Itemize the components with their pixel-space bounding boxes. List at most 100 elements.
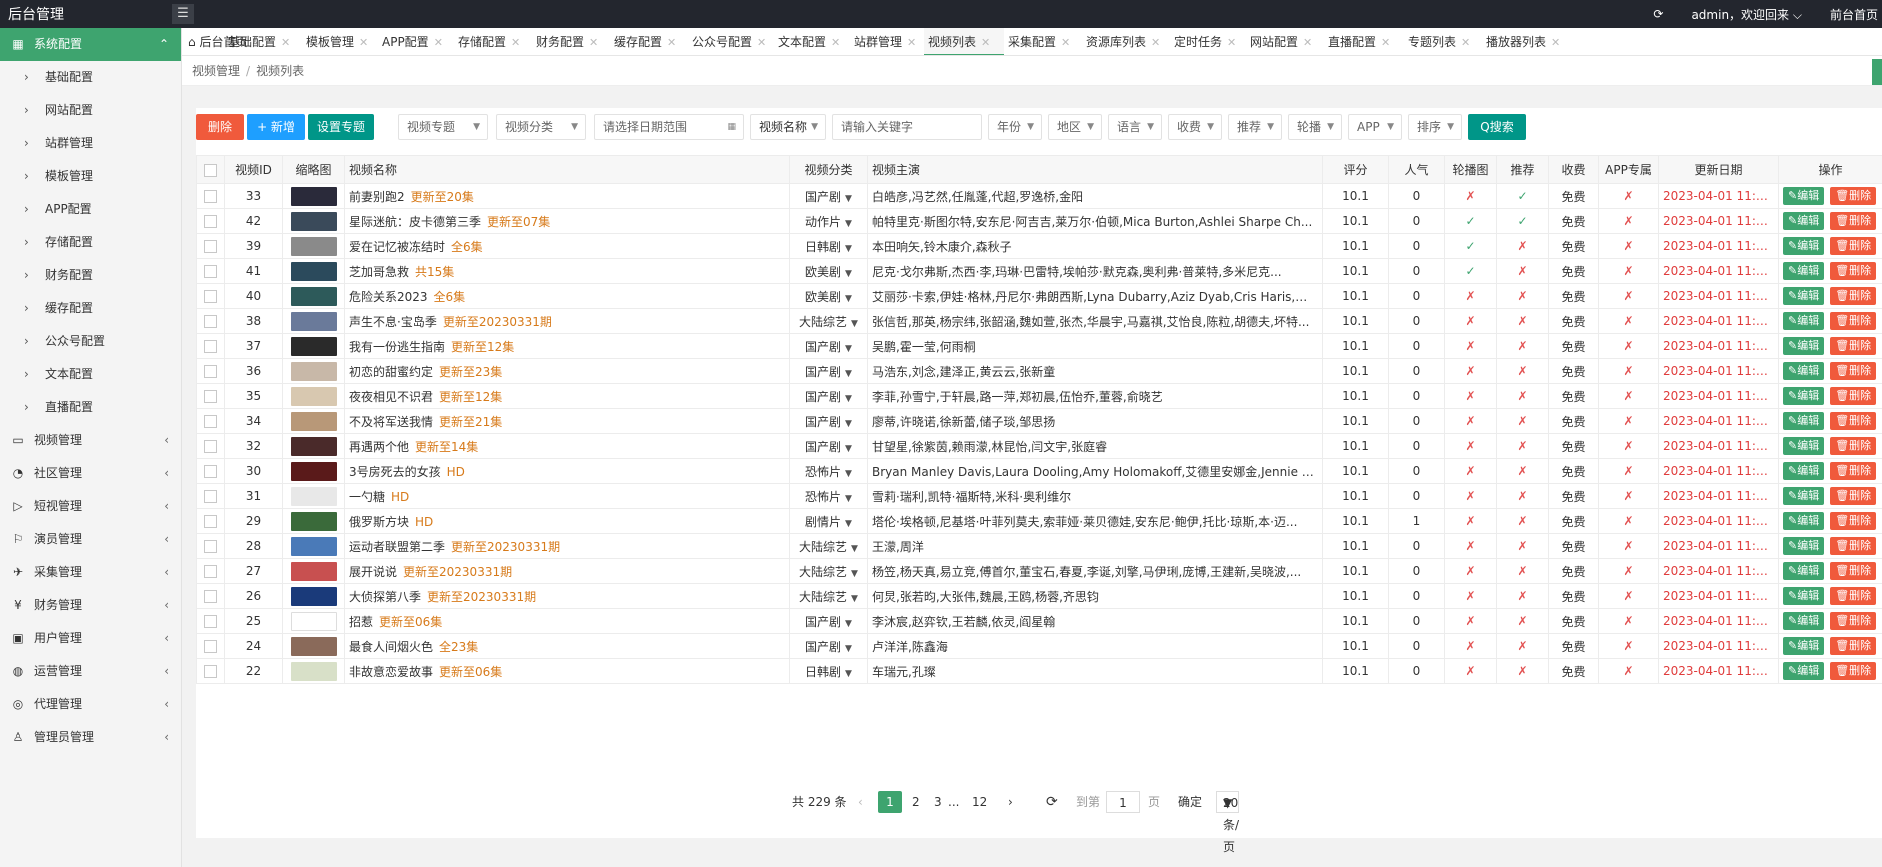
recommend-select[interactable]: 推荐 ▼ <box>1228 114 1282 140</box>
video-name[interactable]: 我有一份逃生指南 <box>349 340 445 354</box>
carousel-toggle[interactable]: ✗ <box>1444 358 1497 384</box>
carousel-toggle[interactable]: ✗ <box>1444 658 1497 684</box>
sidebar-subitem[interactable]: › 存储配置 <box>0 226 181 259</box>
video-name[interactable]: 一勺糖 <box>349 490 385 504</box>
delete-row-button[interactable]: 🗑删除 <box>1830 512 1877 530</box>
tab[interactable]: 视频列表 ✕ <box>924 28 1004 55</box>
video-name[interactable]: 不及将军送我情 <box>349 415 433 429</box>
app-exclusive-toggle[interactable]: ✗ <box>1598 508 1659 534</box>
category-cell[interactable]: 国产剧 ▼ <box>789 408 868 434</box>
tab[interactable]: 播放器列表 ✕ <box>1482 28 1582 55</box>
app-exclusive-toggle[interactable]: ✗ <box>1598 658 1659 684</box>
carousel-toggle[interactable]: ✗ <box>1444 458 1497 484</box>
recommend-toggle[interactable]: ✗ <box>1496 633 1549 659</box>
refresh-icon[interactable]: ⟳ <box>1046 791 1058 813</box>
prev-page-button[interactable]: ‹ <box>858 791 863 813</box>
close-icon[interactable]: ✕ <box>1151 36 1160 49</box>
category-cell[interactable]: 恐怖片 ▼ <box>789 483 868 509</box>
sidebar-group[interactable]: ¥ 财务管理 ‹ <box>0 589 181 622</box>
recommend-toggle[interactable]: ✗ <box>1496 583 1549 609</box>
video-name[interactable]: 前妻别跑2 <box>349 190 405 204</box>
app-exclusive-toggle[interactable]: ✗ <box>1598 583 1659 609</box>
video-name[interactable]: 爱在记忆被冻结时 <box>349 240 445 254</box>
region-select[interactable]: 地区 ▼ <box>1048 114 1102 140</box>
close-icon[interactable]: ✕ <box>1303 36 1312 49</box>
edit-button[interactable]: ✎编辑 <box>1783 287 1825 305</box>
sort-select[interactable]: 排序 ▼ <box>1408 114 1462 140</box>
video-name[interactable]: 3号房死去的女孩 <box>349 465 441 479</box>
app-exclusive-toggle[interactable]: ✗ <box>1598 458 1659 484</box>
carousel-toggle[interactable]: ✓ <box>1444 258 1497 284</box>
delete-button[interactable]: 删除 <box>196 114 244 140</box>
delete-row-button[interactable]: 🗑删除 <box>1830 412 1877 430</box>
tab[interactable]: 资源库列表 ✕ <box>1082 28 1170 55</box>
recommend-toggle[interactable]: ✗ <box>1496 558 1549 584</box>
app-exclusive-toggle[interactable]: ✗ <box>1598 608 1659 634</box>
edit-button[interactable]: ✎编辑 <box>1783 337 1825 355</box>
sidebar-subitem[interactable]: › 财务配置 <box>0 259 181 292</box>
sidebar-subitem[interactable]: › 站群管理 <box>0 127 181 160</box>
row-checkbox[interactable] <box>204 340 217 353</box>
video-name[interactable]: 初恋的甜蜜约定 <box>349 365 433 379</box>
category-cell[interactable]: 国产剧 ▼ <box>789 633 868 659</box>
recommend-toggle[interactable]: ✗ <box>1496 658 1549 684</box>
edit-button[interactable]: ✎编辑 <box>1783 537 1825 555</box>
row-checkbox[interactable] <box>204 615 217 628</box>
close-icon[interactable]: ✕ <box>831 36 840 49</box>
close-icon[interactable]: ✕ <box>981 36 990 49</box>
edit-button[interactable]: ✎编辑 <box>1783 212 1825 230</box>
row-checkbox[interactable] <box>204 415 217 428</box>
add-button[interactable]: + 新增 <box>247 114 305 140</box>
edit-button[interactable]: ✎编辑 <box>1783 387 1825 405</box>
user-menu[interactable]: admin，欢迎回来 ⌵ <box>1691 6 1802 23</box>
home-link[interactable]: 前台首页 <box>1830 6 1878 23</box>
close-icon[interactable]: ✕ <box>1551 36 1560 49</box>
delete-row-button[interactable]: 🗑删除 <box>1830 487 1877 505</box>
video-name[interactable]: 星际迷航：皮卡德第三季 <box>349 215 481 229</box>
delete-row-button[interactable]: 🗑删除 <box>1830 287 1877 305</box>
row-checkbox[interactable] <box>204 390 217 403</box>
tab[interactable]: 存储配置 ✕ <box>454 28 532 55</box>
edit-button[interactable]: ✎编辑 <box>1783 587 1825 605</box>
app-exclusive-toggle[interactable]: ✗ <box>1598 358 1659 384</box>
recommend-toggle[interactable]: ✗ <box>1496 283 1549 309</box>
row-checkbox[interactable] <box>204 590 217 603</box>
row-checkbox[interactable] <box>204 240 217 253</box>
category-cell[interactable]: 国产剧 ▼ <box>789 608 868 634</box>
category-cell[interactable]: 日韩剧 ▼ <box>789 658 868 684</box>
sidebar-group[interactable]: ▭ 视频管理 ‹ <box>0 424 181 457</box>
delete-row-button[interactable]: 🗑删除 <box>1830 262 1877 280</box>
row-checkbox[interactable] <box>204 440 217 453</box>
recommend-toggle[interactable]: ✗ <box>1496 608 1549 634</box>
sidebar-group[interactable]: ◔ 社区管理 ‹ <box>0 457 181 490</box>
tab[interactable]: 定时任务 ✕ <box>1170 28 1246 55</box>
category-cell[interactable]: 大陆综艺 ▼ <box>789 583 868 609</box>
sidebar-item-system-config[interactable]: ▦ 系统配置 ⌃ <box>0 28 181 61</box>
recommend-toggle[interactable]: ✗ <box>1496 408 1549 434</box>
edit-button[interactable]: ✎编辑 <box>1783 237 1825 255</box>
field-select[interactable]: 视频名称 ▼ <box>750 114 826 140</box>
row-checkbox[interactable] <box>204 290 217 303</box>
sidebar-group[interactable]: ✈ 采集管理 ‹ <box>0 556 181 589</box>
delete-row-button[interactable]: 🗑删除 <box>1830 662 1877 680</box>
close-icon[interactable]: ✕ <box>1381 36 1390 49</box>
category-cell[interactable]: 大陆综艺 ▼ <box>789 308 868 334</box>
page-size-select[interactable]: 20 条/页 ▼ <box>1216 791 1240 854</box>
app-exclusive-toggle[interactable]: ✗ <box>1598 258 1659 284</box>
carousel-toggle[interactable]: ✗ <box>1444 433 1497 459</box>
keyword-input[interactable]: 请输入关键字 <box>832 114 982 140</box>
tab[interactable]: 直播配置 ✕ <box>1324 28 1404 55</box>
delete-row-button[interactable]: 🗑删除 <box>1830 212 1877 230</box>
recommend-toggle[interactable]: ✗ <box>1496 333 1549 359</box>
recommend-toggle[interactable]: ✗ <box>1496 308 1549 334</box>
carousel-toggle[interactable]: ✗ <box>1444 558 1497 584</box>
sidebar-subitem[interactable]: › 网站配置 <box>0 94 181 127</box>
recommend-toggle[interactable]: ✗ <box>1496 508 1549 534</box>
delete-row-button[interactable]: 🗑删除 <box>1830 362 1877 380</box>
category-cell[interactable]: 国产剧 ▼ <box>789 433 868 459</box>
video-name[interactable]: 最食人间烟火色 <box>349 640 433 654</box>
delete-row-button[interactable]: 🗑删除 <box>1830 337 1877 355</box>
confirm-button[interactable]: 确定 <box>1178 791 1202 813</box>
app-exclusive-toggle[interactable]: ✗ <box>1598 558 1659 584</box>
delete-row-button[interactable]: 🗑删除 <box>1830 312 1877 330</box>
